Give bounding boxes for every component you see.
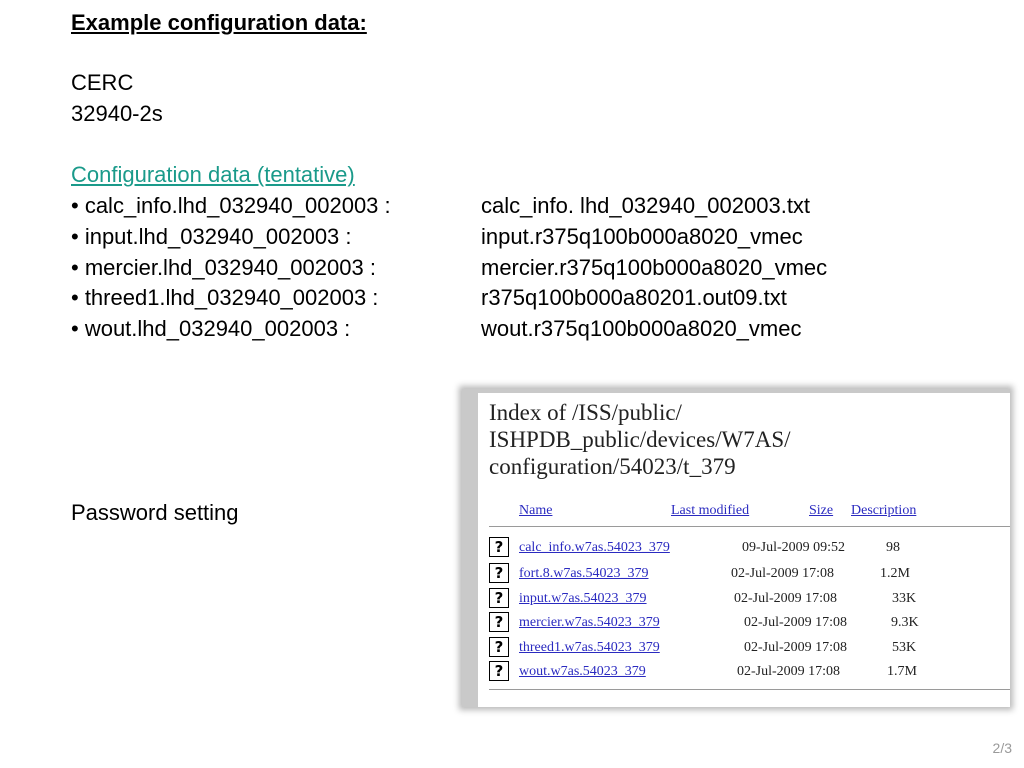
file-row: ? input.w7as.54023_379 02-Jul-2009 17:08… (489, 588, 1009, 612)
file-date: 09-Jul-2009 09:52 (742, 540, 846, 555)
file-size: 9.3K (891, 615, 919, 630)
file-size: 1.2M (880, 566, 910, 581)
column-header-last-modified[interactable]: Last modified (671, 503, 749, 519)
unknown-file-icon: ? (489, 588, 509, 608)
file-size: 53K (892, 640, 917, 655)
file-date: 02-Jul-2009 17:08 (737, 664, 841, 679)
config-item-value: input.r375q100b000a8020_vmec (481, 224, 803, 249)
file-date: 02-Jul-2009 17:08 (744, 640, 848, 655)
file-link[interactable]: input.w7as.54023_379 (519, 591, 647, 607)
window-top-border (462, 389, 1010, 393)
file-link[interactable]: calc_info.w7as.54023_379 (519, 540, 670, 556)
password-setting-label: Password setting (71, 500, 239, 525)
config-item-value: mercier.r375q100b000a8020_vmec (481, 255, 828, 280)
file-row: ? fort.8.w7as.54023_379 02-Jul-2009 17:0… (489, 563, 1009, 587)
file-date: 02-Jul-2009 17:08 (731, 566, 835, 581)
unknown-file-icon: ? (489, 661, 509, 681)
config-item-key: • wout.lhd_032940_002003 : (71, 316, 351, 341)
file-link[interactable]: wout.w7as.54023_379 (519, 664, 646, 680)
file-size: 1.7M (887, 664, 917, 679)
file-size: 98 (886, 540, 900, 555)
file-date: 02-Jul-2009 17:08 (744, 615, 848, 630)
divider (489, 689, 1010, 690)
column-header-name[interactable]: Name (519, 503, 552, 519)
unknown-file-icon: ? (489, 563, 509, 583)
config-item-key: • threed1.lhd_032940_002003 : (71, 285, 379, 310)
file-row: ? threed1.w7as.54023_379 02-Jul-2009 17:… (489, 637, 1009, 661)
cerc-label: CERC (71, 70, 134, 95)
page-number: 2/3 (992, 740, 1012, 756)
file-link[interactable]: fort.8.w7as.54023_379 (519, 566, 649, 582)
config-item-value: wout.r375q100b000a8020_vmec (481, 316, 802, 341)
unknown-file-icon: ? (489, 612, 509, 632)
file-row: ? mercier.w7as.54023_379 02-Jul-2009 17:… (489, 612, 1009, 636)
unknown-file-icon: ? (489, 537, 509, 557)
divider (489, 526, 1010, 527)
file-link[interactable]: threed1.w7as.54023_379 (519, 640, 660, 656)
file-date: 02-Jul-2009 17:08 (734, 591, 838, 606)
config-item-key: • input.lhd_032940_002003 : (71, 224, 352, 249)
listing-title: Index of /ISS/public/ ISHPDB_public/devi… (489, 400, 791, 479)
column-header-size[interactable]: Size (809, 503, 833, 519)
file-row: ? calc_info.w7as.54023_379 09-Jul-2009 0… (489, 537, 1009, 561)
file-link[interactable]: mercier.w7as.54023_379 (519, 615, 660, 631)
window-left-border (462, 389, 478, 707)
config-item-key: • calc_info.lhd_032940_002003 : (71, 193, 391, 218)
configuration-data-link[interactable]: Configuration data (tentative) (71, 160, 355, 190)
config-item-value: r375q100b000a80201.out09.txt (481, 285, 787, 310)
config-item-value: calc_info. lhd_032940_002003.txt (481, 193, 811, 218)
shot-id-label: 32940-2s (71, 101, 163, 126)
file-row: ? wout.w7as.54023_379 02-Jul-2009 17:08 … (489, 661, 1009, 685)
column-header-description[interactable]: Description (851, 503, 916, 519)
file-size: 33K (892, 591, 917, 606)
unknown-file-icon: ? (489, 637, 509, 657)
directory-listing-screenshot: Index of /ISS/public/ ISHPDB_public/devi… (462, 389, 1010, 707)
config-item-key: • mercier.lhd_032940_002003 : (71, 255, 376, 280)
slide-heading: Example configuration data: (71, 10, 367, 35)
